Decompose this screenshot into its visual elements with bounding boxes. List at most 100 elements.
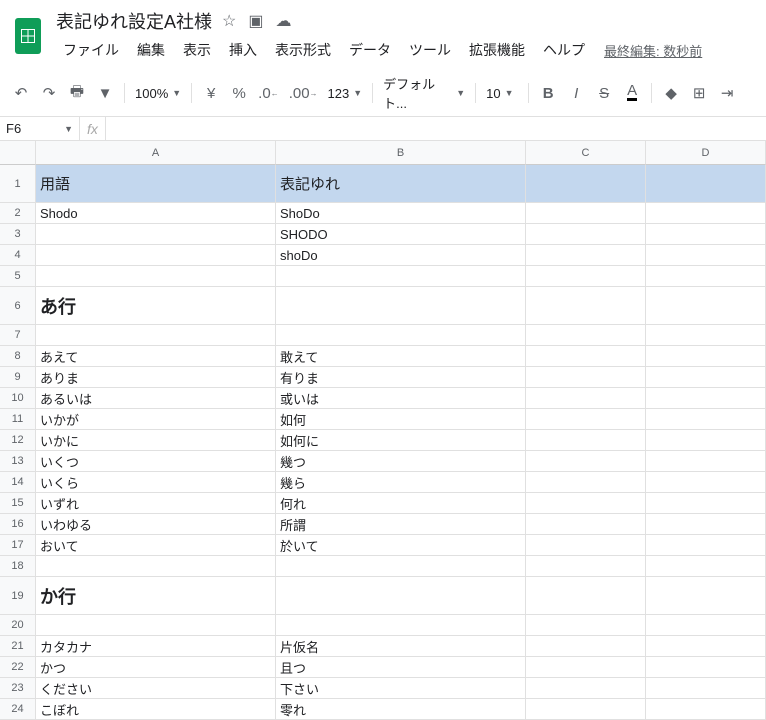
cell[interactable] xyxy=(646,430,766,451)
increase-decimal-button[interactable]: .00→ xyxy=(285,80,322,106)
cell[interactable]: 下さい xyxy=(276,678,526,699)
row-header[interactable]: 19 xyxy=(0,577,36,615)
cell[interactable] xyxy=(36,325,276,346)
cell[interactable]: Shodo xyxy=(36,203,276,224)
more-formats-dropdown[interactable]: 123▼ xyxy=(324,86,367,101)
cell[interactable] xyxy=(276,615,526,636)
cell[interactable] xyxy=(526,346,646,367)
cell[interactable]: あえて xyxy=(36,346,276,367)
cell[interactable]: 如何 xyxy=(276,409,526,430)
document-title[interactable]: 表記ゆれ設定A社様 xyxy=(56,8,212,34)
menu-編集[interactable]: 編集 xyxy=(130,36,172,64)
cell[interactable]: 幾つ xyxy=(276,451,526,472)
cell[interactable]: 且つ xyxy=(276,657,526,678)
move-icon[interactable]: ▣ xyxy=(248,11,263,31)
cell[interactable]: おいて xyxy=(36,535,276,556)
column-header-D[interactable]: D xyxy=(646,141,766,165)
cell[interactable] xyxy=(646,636,766,657)
cell[interactable] xyxy=(526,657,646,678)
strikethrough-button[interactable]: S xyxy=(591,80,617,106)
cell[interactable]: いずれ xyxy=(36,493,276,514)
row-header[interactable]: 14 xyxy=(0,472,36,493)
cell[interactable] xyxy=(276,556,526,577)
row-header[interactable]: 3 xyxy=(0,224,36,245)
row-header[interactable]: 20 xyxy=(0,615,36,636)
cell[interactable] xyxy=(36,245,276,266)
row-header[interactable]: 5 xyxy=(0,266,36,287)
cell[interactable] xyxy=(646,224,766,245)
cell[interactable] xyxy=(646,325,766,346)
cell[interactable]: shoDo xyxy=(276,245,526,266)
cell[interactable] xyxy=(36,224,276,245)
cell[interactable] xyxy=(36,266,276,287)
cell[interactable] xyxy=(526,451,646,472)
cell[interactable]: 表記ゆれ xyxy=(276,165,526,203)
cell[interactable]: 如何に xyxy=(276,430,526,451)
menu-ヘルプ[interactable]: ヘルプ xyxy=(536,36,592,64)
cell[interactable] xyxy=(526,388,646,409)
text-color-button[interactable]: A xyxy=(619,80,645,106)
borders-button[interactable]: ⊞ xyxy=(686,80,712,106)
cell[interactable] xyxy=(646,472,766,493)
cell[interactable]: ありま xyxy=(36,367,276,388)
cell[interactable] xyxy=(526,514,646,535)
select-all-corner[interactable] xyxy=(0,141,36,165)
menu-データ[interactable]: データ xyxy=(342,36,398,64)
cell[interactable] xyxy=(526,636,646,657)
formula-bar[interactable] xyxy=(106,117,766,140)
cell[interactable] xyxy=(526,203,646,224)
row-header[interactable]: 23 xyxy=(0,678,36,699)
percent-button[interactable]: % xyxy=(226,80,252,106)
row-header[interactable]: 8 xyxy=(0,346,36,367)
cell[interactable] xyxy=(646,245,766,266)
star-icon[interactable]: ☆ xyxy=(222,11,236,31)
row-header[interactable]: 12 xyxy=(0,430,36,451)
menu-挿入[interactable]: 挿入 xyxy=(222,36,264,64)
cell[interactable] xyxy=(646,409,766,430)
cell[interactable] xyxy=(526,493,646,514)
cell[interactable]: 或いは xyxy=(276,388,526,409)
cell[interactable] xyxy=(646,535,766,556)
last-edit-link[interactable]: 最終編集: 数秒前 xyxy=(604,41,702,60)
cell[interactable]: SHODO xyxy=(276,224,526,245)
sheets-logo[interactable] xyxy=(8,16,48,56)
cell[interactable]: 有りま xyxy=(276,367,526,388)
row-header[interactable]: 6 xyxy=(0,287,36,325)
row-header[interactable]: 2 xyxy=(0,203,36,224)
cell[interactable] xyxy=(646,615,766,636)
cell[interactable] xyxy=(526,535,646,556)
menu-表示[interactable]: 表示 xyxy=(176,36,218,64)
cell[interactable] xyxy=(646,514,766,535)
row-header[interactable]: 15 xyxy=(0,493,36,514)
cell[interactable] xyxy=(526,245,646,266)
cell[interactable]: いくら xyxy=(36,472,276,493)
cell[interactable]: ShoDo xyxy=(276,203,526,224)
cell[interactable] xyxy=(526,699,646,720)
cell[interactable] xyxy=(646,699,766,720)
row-header[interactable]: 22 xyxy=(0,657,36,678)
cell[interactable]: 何れ xyxy=(276,493,526,514)
cell[interactable] xyxy=(36,615,276,636)
cell[interactable]: 敢えて xyxy=(276,346,526,367)
cell[interactable] xyxy=(526,409,646,430)
cell[interactable] xyxy=(276,287,526,325)
cell[interactable] xyxy=(526,266,646,287)
cell[interactable] xyxy=(526,430,646,451)
cell[interactable] xyxy=(646,203,766,224)
column-header-C[interactable]: C xyxy=(526,141,646,165)
cell[interactable] xyxy=(526,556,646,577)
cell[interactable] xyxy=(526,678,646,699)
cell[interactable]: いかに xyxy=(36,430,276,451)
cell[interactable] xyxy=(526,472,646,493)
row-header[interactable]: 17 xyxy=(0,535,36,556)
cell[interactable]: 所謂 xyxy=(276,514,526,535)
cell[interactable] xyxy=(646,367,766,388)
cell[interactable] xyxy=(646,165,766,203)
row-header[interactable]: 4 xyxy=(0,245,36,266)
row-header[interactable]: 18 xyxy=(0,556,36,577)
cell[interactable]: いかが xyxy=(36,409,276,430)
cell[interactable] xyxy=(646,678,766,699)
fill-color-button[interactable]: ◆ xyxy=(658,80,684,106)
bold-button[interactable]: B xyxy=(535,80,561,106)
cell[interactable] xyxy=(646,493,766,514)
